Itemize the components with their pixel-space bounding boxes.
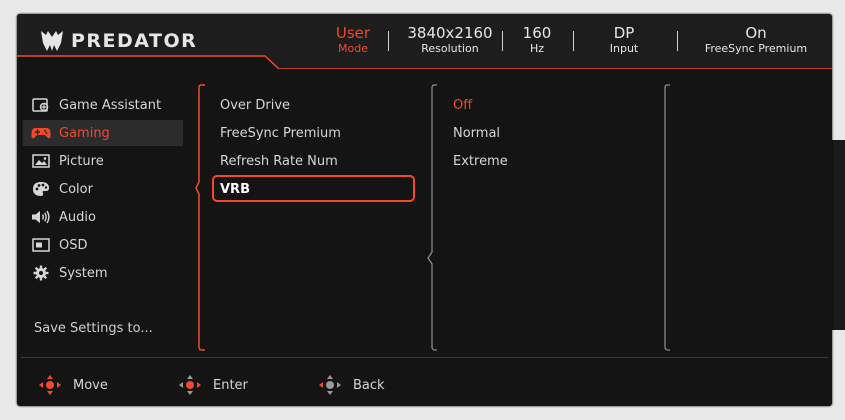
status-separator — [388, 31, 389, 51]
status-separator — [677, 31, 678, 51]
status-mode-value: User — [335, 24, 371, 42]
osd-window: PREDATOR User Mode 3840x2160 Resolution … — [17, 14, 832, 406]
menu-item-color[interactable]: Color — [23, 176, 183, 202]
menu-item-label: OSD — [59, 237, 88, 253]
menu-item-osd[interactable]: OSD — [23, 232, 183, 258]
picture-icon — [31, 153, 51, 169]
option-vrb[interactable]: VRB — [220, 182, 250, 197]
status-refresh-value: 160 — [522, 24, 552, 42]
value-bracket — [427, 84, 437, 351]
value-off[interactable]: Off — [453, 98, 472, 113]
joystick-enter-icon — [179, 375, 201, 395]
menu-item-label: Picture — [59, 153, 104, 169]
footer-enter: Enter — [177, 374, 248, 396]
status-resolution-label: Resolution — [421, 42, 479, 55]
predator-logo: PREDATOR — [39, 29, 197, 53]
value-extreme[interactable]: Extreme — [453, 154, 508, 169]
brand-name: PREDATOR — [71, 30, 198, 52]
option-refresh-rate-num[interactable]: Refresh Rate Num — [220, 154, 338, 169]
option-freesync-premium[interactable]: FreeSync Premium — [220, 126, 341, 141]
save-settings-item[interactable]: Save Settings to... — [34, 321, 153, 336]
game-assistant-icon — [31, 97, 51, 113]
status-freesync-value: On — [745, 24, 767, 42]
menu-item-game-assistant[interactable]: Game Assistant — [23, 92, 183, 118]
menu-item-label: System — [59, 265, 108, 281]
status-separator — [573, 31, 574, 51]
status-freesync: On FreeSync Premium — [693, 25, 819, 56]
status-refresh-label: Hz — [529, 42, 545, 55]
menu-item-label: Audio — [59, 209, 96, 225]
status-separator — [502, 31, 503, 51]
menu-item-label: Game Assistant — [59, 97, 162, 113]
footer-back: Back — [317, 374, 385, 396]
menu-item-audio[interactable]: Audio — [23, 204, 183, 230]
footer-move: Move — [37, 374, 108, 396]
speaker-icon — [31, 209, 51, 225]
submenu-bracket — [195, 84, 205, 351]
osd-icon — [31, 237, 51, 253]
footer-divider — [21, 357, 828, 358]
status-mode-label: Mode — [338, 42, 368, 55]
footer-move-label: Move — [73, 377, 108, 393]
palette-icon — [31, 181, 51, 197]
joystick-move-icon — [39, 375, 61, 395]
status-resolution: 3840x2160 Resolution — [402, 25, 498, 56]
option-over-drive[interactable]: Over Drive — [220, 98, 290, 113]
menu-item-gaming[interactable]: Gaming — [23, 120, 183, 146]
joystick-back-icon — [319, 375, 341, 395]
menu-item-picture[interactable]: Picture — [23, 148, 183, 174]
status-mode: User Mode — [327, 25, 379, 56]
footer-back-label: Back — [353, 377, 385, 393]
gear-icon — [31, 265, 51, 281]
predator-emblem-icon — [41, 31, 63, 51]
status-freesync-label: FreeSync Premium — [704, 42, 808, 55]
status-refresh: 160 Hz — [517, 25, 557, 56]
status-input-value: DP — [613, 24, 635, 42]
value-normal[interactable]: Normal — [453, 126, 500, 141]
gamepad-icon — [31, 125, 51, 141]
footer-enter-label: Enter — [213, 377, 248, 393]
menu-item-label: Gaming — [59, 125, 110, 141]
monitor-bezel-edge — [832, 140, 845, 330]
status-input: DP Input — [599, 25, 649, 56]
header: PREDATOR User Mode 3840x2160 Resolution … — [17, 14, 832, 69]
preview-bracket-left — [664, 84, 670, 351]
menu-item-label: Color — [59, 181, 93, 197]
menu-item-system[interactable]: System — [23, 260, 183, 286]
status-resolution-value: 3840x2160 — [407, 24, 493, 42]
status-input-label: Input — [609, 42, 639, 55]
